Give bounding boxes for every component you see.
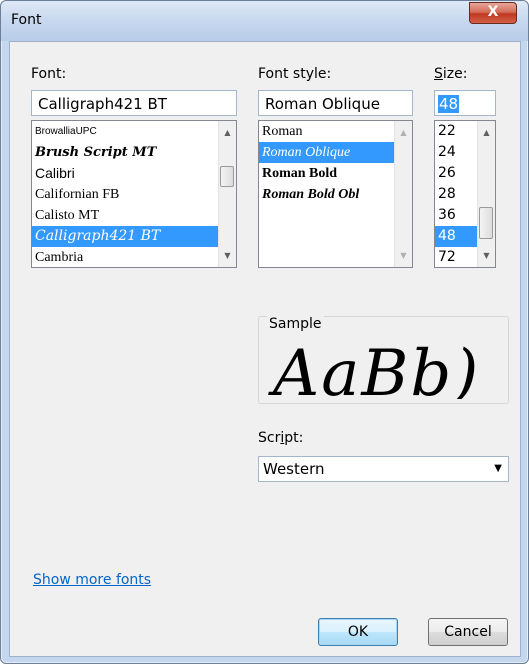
size-list[interactable]: 22 24 26 28 36 48 72 ▲ ▼ xyxy=(434,120,496,268)
font-list-item[interactable]: Calibri xyxy=(32,163,236,184)
font-style-list[interactable]: Roman Roman Oblique Roman Bold Roman Bol… xyxy=(258,120,413,268)
size-input[interactable]: 48 xyxy=(434,90,496,116)
font-style-label: Font style: xyxy=(258,66,332,82)
style-list-item[interactable]: Roman xyxy=(259,121,412,142)
font-list-item-selected[interactable]: Calligraph421 BT xyxy=(32,226,236,247)
style-list-scrollbar[interactable]: ▲ ▼ xyxy=(394,121,412,267)
sample-text: AaBb) xyxy=(273,339,481,399)
style-list-item[interactable]: Roman Bold xyxy=(259,163,412,184)
font-name-input[interactable]: Calligraph421 BT xyxy=(31,90,237,116)
style-list-item[interactable]: Roman Bold Obl xyxy=(259,184,412,205)
font-list-scrollbar[interactable]: ▲ ▼ xyxy=(218,121,236,267)
ok-button[interactable]: OK xyxy=(318,618,398,646)
font-list[interactable]: BrowalliaUPC Brush Script MT Calibri Cal… xyxy=(31,120,237,268)
size-input-selected-text: 48 xyxy=(438,95,460,113)
chevron-down-icon[interactable]: ▼ xyxy=(494,457,502,481)
cancel-button[interactable]: Cancel xyxy=(428,618,508,646)
show-more-fonts-link[interactable]: Show more fonts xyxy=(33,572,151,588)
size-list-scrollbar[interactable]: ▲ ▼ xyxy=(477,121,495,267)
font-list-item[interactable]: BrowalliaUPC xyxy=(32,121,236,142)
font-list-item[interactable]: Calisto MT xyxy=(32,205,236,226)
close-icon: X xyxy=(487,4,499,20)
sample-label: Sample xyxy=(267,316,324,332)
font-style-input[interactable]: Roman Oblique xyxy=(258,90,413,116)
scroll-thumb[interactable] xyxy=(479,207,493,239)
script-selected-value: Western xyxy=(263,460,325,478)
scroll-down-icon[interactable]: ▼ xyxy=(395,247,412,264)
font-list-item[interactable]: Cambria xyxy=(32,247,236,267)
title-bar[interactable]: Font X xyxy=(1,1,528,41)
scroll-down-icon[interactable]: ▼ xyxy=(478,247,495,264)
script-select[interactable]: Western ▼ xyxy=(258,456,509,482)
scroll-down-icon[interactable]: ▼ xyxy=(219,247,236,264)
font-dialog: Font X Font: Calligraph421 BT BrowalliaU… xyxy=(0,0,529,664)
style-list-item-selected[interactable]: Roman Oblique xyxy=(259,142,412,163)
font-list-item[interactable]: Californian FB xyxy=(32,184,236,205)
scroll-thumb[interactable] xyxy=(220,166,234,187)
font-label: Font: xyxy=(31,66,67,82)
scroll-up-icon[interactable]: ▲ xyxy=(219,124,236,141)
scroll-up-icon[interactable]: ▲ xyxy=(478,124,495,141)
dialog-body: Font: Calligraph421 BT BrowalliaUPC Brus… xyxy=(9,41,521,657)
size-label: Size: xyxy=(434,66,468,82)
window-title: Font xyxy=(11,12,42,28)
close-button[interactable]: X xyxy=(469,2,517,24)
sample-preview: AaBb) xyxy=(265,339,502,399)
font-list-item[interactable]: Brush Script MT xyxy=(32,142,236,163)
script-label: Script: xyxy=(258,430,304,446)
scroll-up-icon[interactable]: ▲ xyxy=(395,124,412,141)
sample-group: Sample AaBb) xyxy=(258,316,509,404)
